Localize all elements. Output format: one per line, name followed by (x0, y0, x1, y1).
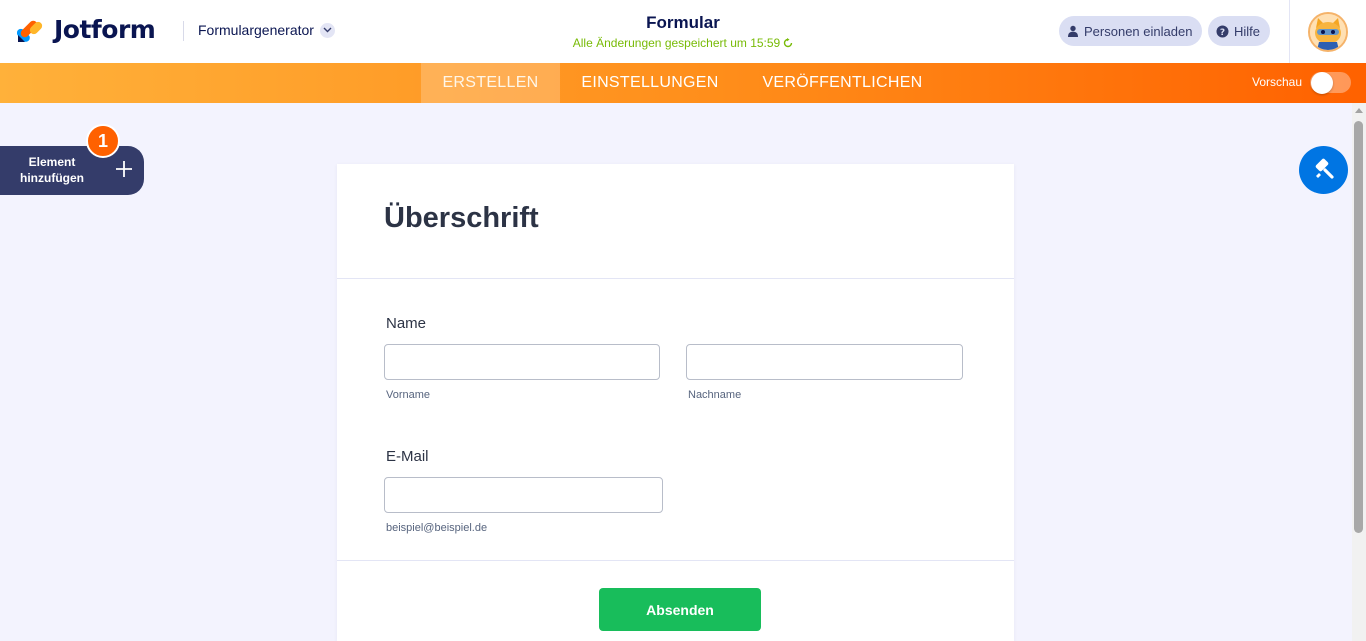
builder-label: Formulargenerator (198, 22, 314, 38)
invite-label: Personen einladen (1084, 23, 1193, 39)
header-divider-right (1289, 0, 1290, 63)
refresh-icon (784, 38, 793, 48)
avatar[interactable] (1308, 12, 1348, 52)
email-field[interactable] (384, 477, 663, 513)
jotform-logo-icon (17, 20, 43, 42)
form-title-area: Formular Alle Änderungen gespeichert um … (483, 13, 883, 52)
heading-divider (337, 278, 1014, 279)
help-circle-icon: ? (1216, 25, 1229, 38)
tab-settings[interactable]: EINSTELLUNGEN (560, 63, 740, 103)
scrollbar-thumb[interactable] (1354, 121, 1363, 533)
scroll-up-arrow-icon[interactable] (1355, 108, 1363, 113)
preview-label: Vorschau (1252, 75, 1303, 89)
email-sublabel: beispiel@beispiel.de (386, 522, 488, 534)
preview-toggle-knob[interactable] (1311, 72, 1333, 94)
top-header: Jotform Formulargenerator Formular Alle … (0, 0, 1366, 63)
tab-create[interactable]: ERSTELLEN (421, 63, 560, 103)
last-name-field[interactable] (686, 344, 963, 380)
saved-status: Alle Änderungen gespeichert um 15:59 (573, 36, 793, 50)
user-icon (1068, 25, 1078, 37)
email-label[interactable]: E-Mail (386, 448, 429, 465)
help-button[interactable]: ? Hilfe (1208, 16, 1271, 46)
paint-roller-icon (1315, 158, 1334, 179)
form-designer-button[interactable] (1299, 146, 1348, 194)
plus-icon (116, 161, 132, 177)
form-title[interactable]: Formular (483, 13, 883, 33)
jotform-logo[interactable]: Jotform (17, 14, 156, 44)
avatar-cat-icon (1310, 14, 1346, 50)
submit-divider (337, 560, 1014, 561)
first-name-field[interactable] (384, 344, 660, 380)
saved-status-text: Alle Änderungen gespeichert um 15:59 (572, 36, 781, 50)
chevron-down-icon (319, 22, 335, 38)
tab-publish[interactable]: VERÖFFENTLICHEN (740, 63, 945, 103)
form-card: Überschrift Name Vorname Nachname E-Mail… (337, 164, 1014, 641)
builder-dropdown[interactable]: Formulargenerator (198, 22, 335, 38)
help-label: Hilfe (1234, 23, 1261, 39)
add-element-button[interactable]: Element hinzufügen (0, 146, 144, 195)
logo-text: Jotform (54, 14, 156, 44)
last-name-sublabel: Nachname (688, 389, 742, 401)
first-name-sublabel: Vorname (386, 389, 431, 401)
invite-people-button[interactable]: Personen einladen (1059, 16, 1203, 46)
name-label[interactable]: Name (386, 315, 426, 332)
step-badge: 1 (86, 124, 120, 158)
header-divider (183, 21, 184, 41)
builder-navbar: ERSTELLEN EINSTELLUNGEN VERÖFFENTLICHEN … (0, 63, 1366, 103)
svg-text:?: ? (1220, 28, 1225, 38)
add-element-label: Element hinzufügen (20, 155, 84, 185)
submit-button[interactable]: Absenden (599, 588, 761, 631)
form-heading[interactable]: Überschrift (384, 202, 539, 235)
